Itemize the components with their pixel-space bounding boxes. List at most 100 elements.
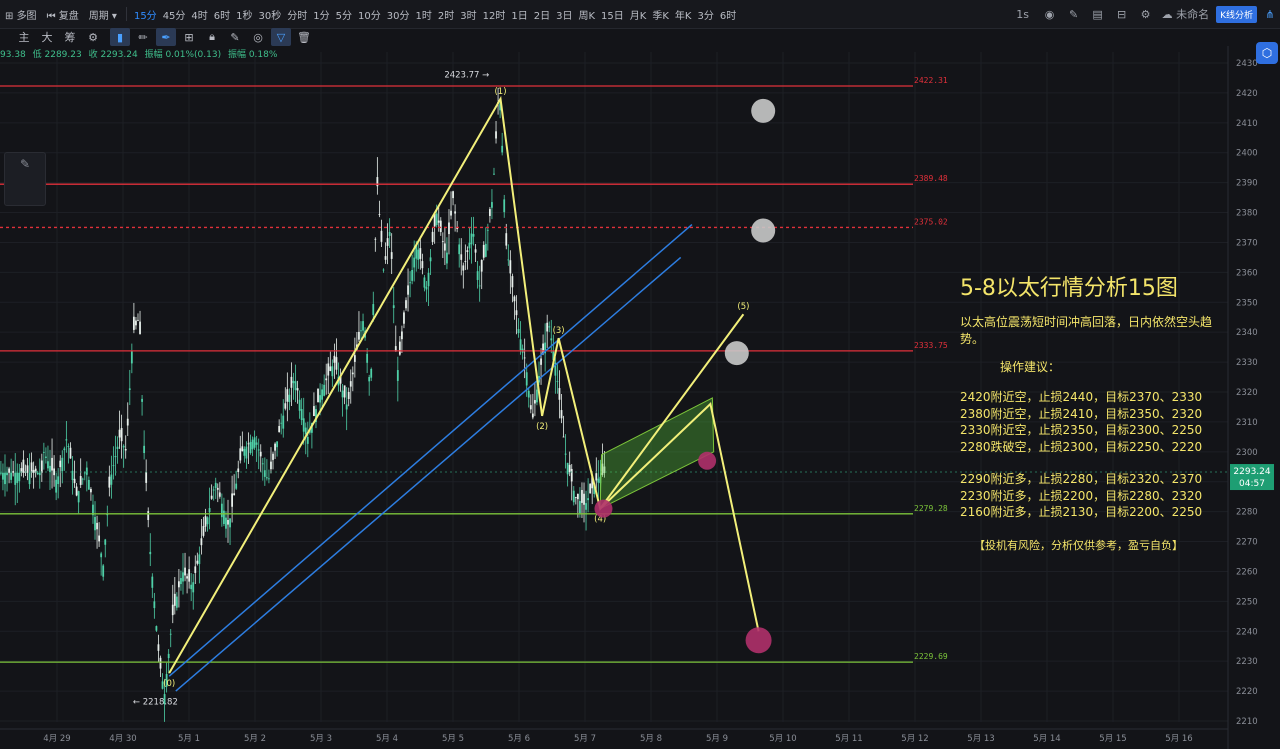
filter-icon[interactable]: ▽ [271,28,291,46]
wave-label: (2) [536,422,548,432]
period-option[interactable]: 3时 [457,7,479,22]
candle-body [147,511,150,521]
multi-chart-button[interactable]: ⊞ 多图 [0,7,42,22]
pencil-icon[interactable]: ✏ [133,28,153,46]
candle-body [12,471,15,473]
gear-icon[interactable]: ⚙ [1134,8,1158,21]
share-icon[interactable]: ⋔ [1260,8,1280,21]
candle-body [143,445,146,454]
measure-icon[interactable]: ⊞ [179,28,199,46]
analysis-summary: 以太高位震荡短时间冲高回落，日内依然空头趋势。 [960,315,1213,346]
candle-body [208,508,211,513]
candle-body [157,644,160,651]
candle-body [392,305,395,309]
candle-body [6,472,8,476]
period-option[interactable]: 3分 [694,7,716,22]
candle-body [63,448,66,451]
x-tick-label: 5月 13 [967,734,994,744]
candle-body [274,443,276,451]
toolbar-large[interactable]: 大 [37,28,57,46]
eye-icon[interactable]: ◎ [248,28,268,46]
trash-icon[interactable]: 🗑︎ [294,28,314,46]
level-label: 2389.48 [914,174,948,183]
candle-body [558,388,561,400]
brush-icon[interactable]: ✒ [156,28,176,46]
period-option[interactable]: 年K [672,7,695,22]
lock-icon[interactable]: 🔒︎ [202,28,222,46]
period-option[interactable]: 3日 [553,7,575,22]
period-dropdown[interactable]: 周期 ▾ [84,7,122,22]
candle-body [38,472,41,476]
candle-body [531,413,534,418]
candle-body [435,213,438,226]
interval-label[interactable]: 1s [1008,8,1038,21]
candle-body [384,256,387,260]
candle-body [102,565,105,577]
candle-body [124,448,127,451]
period-option[interactable]: 6时 [717,7,739,22]
candle-body [349,381,352,387]
replay-button[interactable]: ⏮ 复盘 [42,7,84,22]
camera-icon[interactable]: ◉ [1038,8,1062,21]
candle-body [137,319,139,321]
period-option[interactable]: 周K [575,7,598,22]
period-label: 周期 [88,10,109,22]
side-tool-panel[interactable]: ✎ [4,152,46,206]
period-option[interactable]: 月K [627,7,650,22]
info-range: 振幅 0.01%(0.13) [144,50,222,60]
period-option[interactable]: 2时 [435,7,457,22]
ruler-icon[interactable]: ⊟ [1110,8,1134,21]
candle-body [227,519,229,525]
candle-body [540,358,542,365]
y-tick-label: 2260 [1236,567,1258,577]
candle-body [73,478,76,484]
candle-body [218,492,221,497]
period-option[interactable]: 1分 [310,7,332,22]
period-option[interactable]: 6时 [211,7,233,22]
cloud-icon[interactable]: ☁ 未命名 [1158,6,1214,22]
period-option[interactable]: 15日 [598,7,627,22]
period-option[interactable]: 5分 [333,7,355,22]
period-option[interactable]: 45分 [160,7,189,22]
candle-body [128,388,131,390]
period-option[interactable]: 30分 [384,7,413,22]
period-option[interactable]: 季K [649,7,672,22]
candle-body [585,503,587,510]
period-option[interactable]: 1时 [413,7,435,22]
candle-body [298,399,301,411]
pen-tool-icon[interactable]: ✎ [5,157,45,171]
candle-body [443,243,446,251]
candle-body [225,517,227,529]
expand-icon[interactable]: ⬡ [1256,42,1278,64]
period-option[interactable]: 15分 [131,7,160,22]
period-option[interactable]: 30秒 [256,7,285,22]
candle-body [249,441,252,454]
toolbar-chips[interactable]: 筹 [60,28,80,46]
candle-body [79,476,82,485]
info-open: 93.38 [0,50,26,60]
toolbar-main[interactable]: 主 [14,28,34,46]
layout-name: 未命名 [1176,8,1210,21]
period-option[interactable]: 4时 [188,7,210,22]
period-option[interactable]: 2日 [531,7,553,22]
period-option[interactable]: 1秒 [233,7,255,22]
settings-icon[interactable]: ⚙ [83,28,103,46]
note-icon[interactable]: ▤ [1086,8,1110,21]
edit-icon[interactable]: ✎ [1062,8,1086,21]
candle-body [519,339,522,351]
select-tool-icon[interactable]: ▮ [110,28,130,46]
period-option[interactable]: 1日 [508,7,530,22]
candle-body [100,553,103,558]
draw-edit-icon[interactable]: ✎ [225,28,245,46]
candle-body [464,261,467,262]
period-option[interactable]: 10分 [355,7,384,22]
candle-body [198,554,201,565]
candle-body [253,437,256,448]
candle-body [525,372,528,386]
period-option[interactable]: 分时 [284,7,310,22]
candle-body [98,535,101,542]
period-option[interactable]: 12时 [480,7,509,22]
candle-body [370,368,373,378]
kline-analysis-button[interactable]: K线分析 [1216,5,1257,23]
candle-body [241,446,244,452]
